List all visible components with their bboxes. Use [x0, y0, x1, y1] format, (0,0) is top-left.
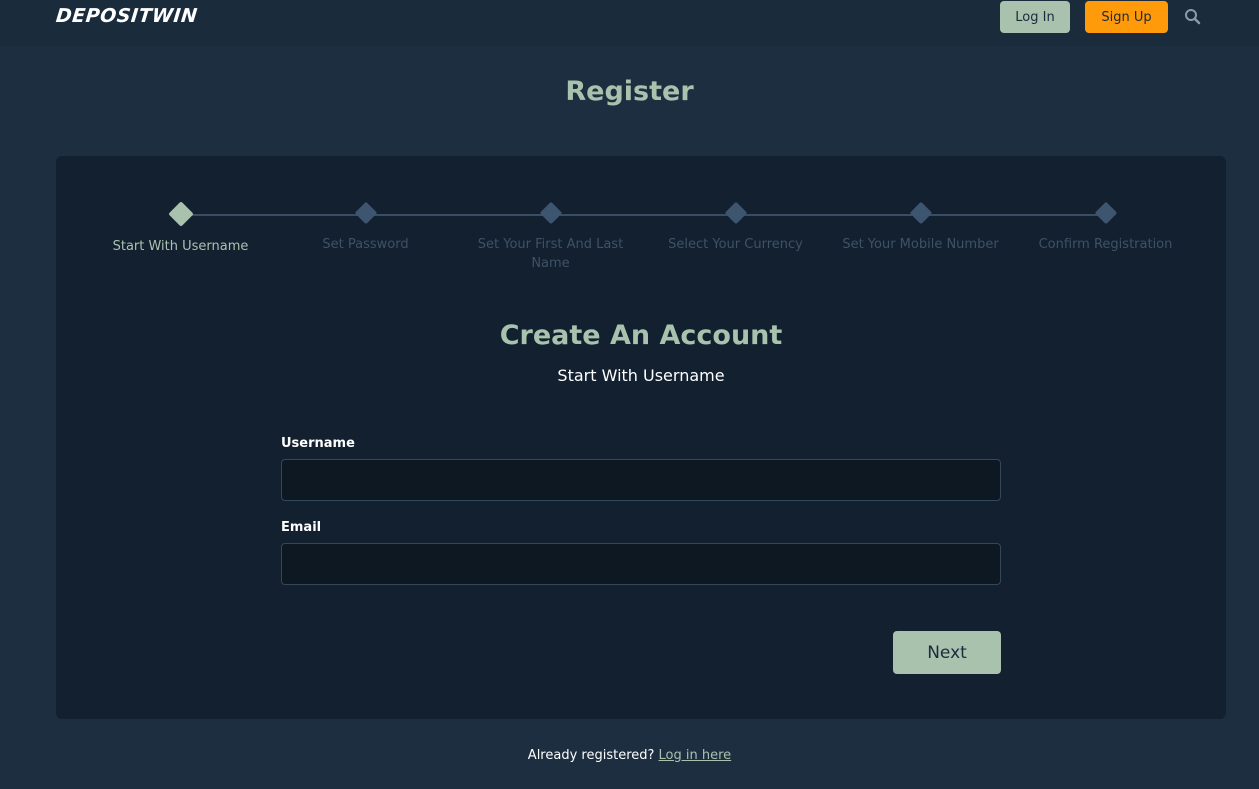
step-marker: [909, 201, 932, 225]
step-confirm-registration: Confirm Registration: [1013, 201, 1198, 254]
form-subtitle: Start With Username: [557, 366, 725, 385]
step-marker: [1094, 201, 1117, 225]
login-button[interactable]: Log In: [1000, 1, 1070, 33]
step-label: Confirm Registration: [1038, 237, 1173, 252]
email-label: Email: [281, 520, 322, 535]
step-label: Set Your Mobile Number: [842, 237, 999, 252]
username-label: Username: [281, 436, 355, 451]
email-input[interactable]: [281, 543, 1001, 585]
step-marker: [539, 201, 562, 225]
step-select-currency: Select Your Currency: [643, 201, 828, 254]
page-title: Register: [565, 76, 694, 107]
top-navbar: DEPOSITWIN Log In Sign Up: [0, 0, 1259, 46]
step-label: Set Password: [322, 237, 409, 252]
footer-login-prompt: Already registered? Log in here: [0, 748, 1259, 763]
login-here-link[interactable]: Log in here: [659, 748, 732, 763]
form-title: Create An Account: [499, 320, 783, 351]
step-marker: [724, 201, 747, 225]
step-label: Start With Username: [112, 239, 249, 254]
step-marker-active: [167, 201, 194, 227]
username-input[interactable]: [281, 459, 1001, 501]
step-set-mobile: Set Your Mobile Number: [828, 201, 1013, 254]
step-start-with-username: Start With Username: [88, 201, 273, 256]
next-button[interactable]: Next: [893, 631, 1001, 674]
registration-card: Start With Username Set Password Set You…: [56, 156, 1226, 719]
step-set-name: Set Your First And Last Name: [458, 201, 643, 273]
signup-button[interactable]: Sign Up: [1085, 1, 1168, 33]
search-icon[interactable]: [1183, 7, 1203, 27]
step-label: Set Your First And Last Name: [477, 237, 624, 271]
brand-logo[interactable]: DEPOSITWIN: [55, 5, 199, 27]
already-registered-text: Already registered?: [527, 748, 655, 763]
step-set-password: Set Password: [273, 201, 458, 254]
step-label: Select Your Currency: [668, 237, 803, 252]
step-marker: [354, 201, 377, 225]
